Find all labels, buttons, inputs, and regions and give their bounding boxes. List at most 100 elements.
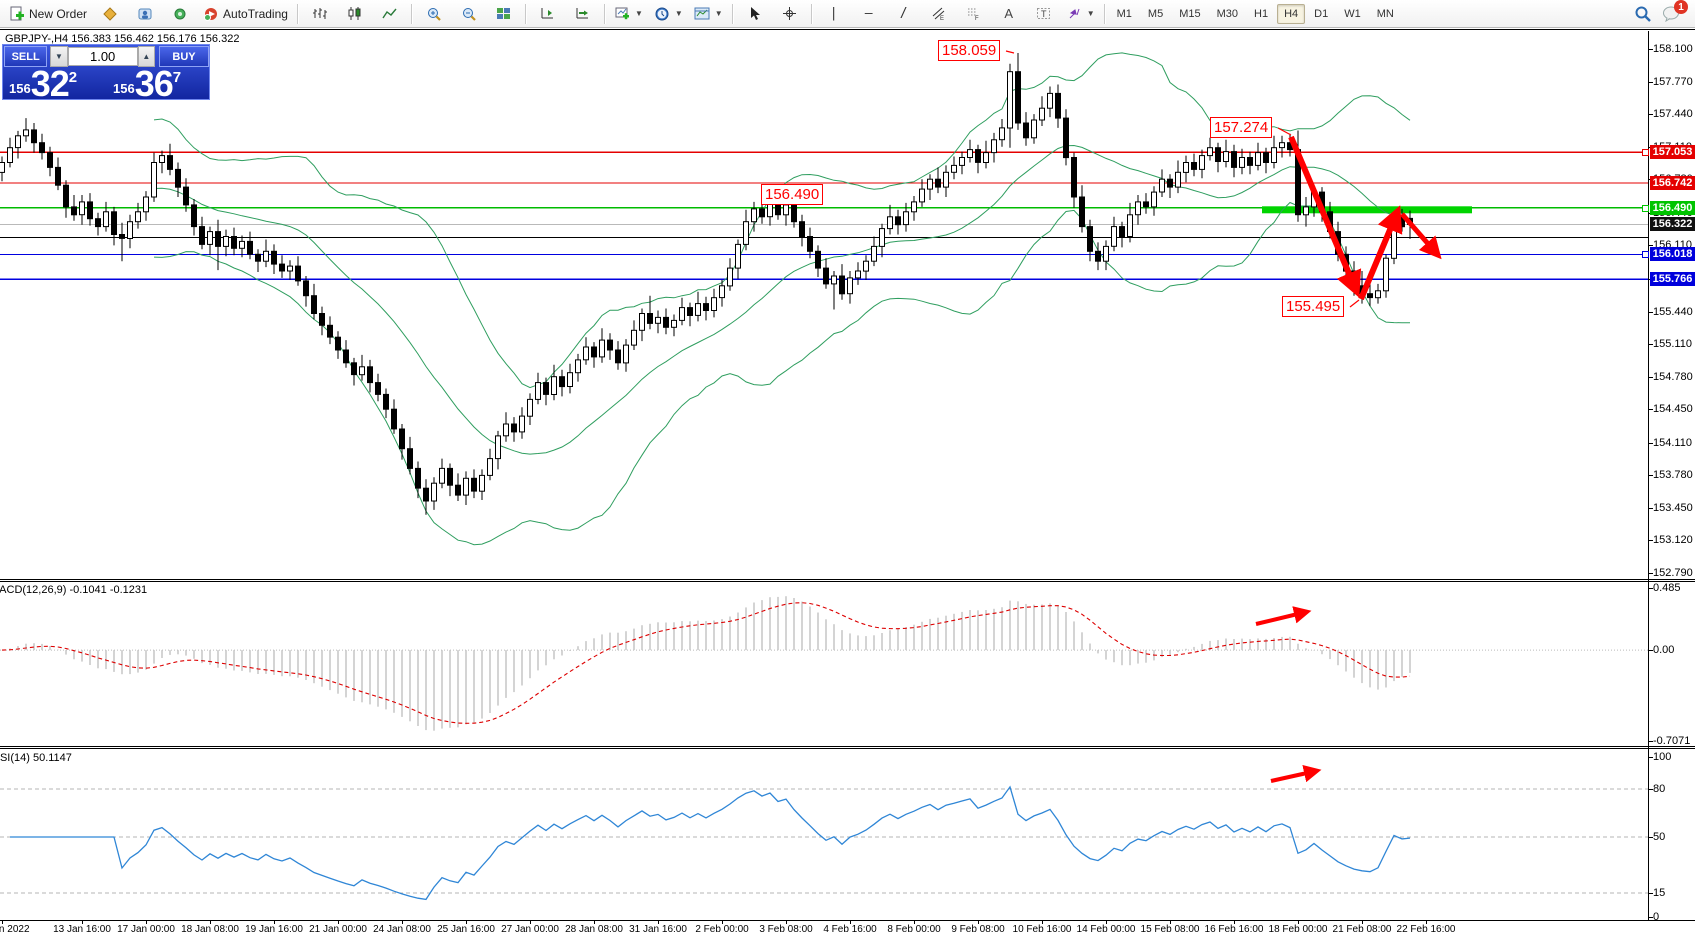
rsi-pane[interactable] — [0, 749, 1648, 921]
channel-button[interactable]: E — [922, 1, 956, 26]
timeframe-M15[interactable]: M15 — [1172, 4, 1207, 24]
timeframe-M1[interactable]: M1 — [1110, 4, 1139, 24]
line-chart-button[interactable] — [373, 1, 407, 26]
price-tick: 154.780 — [1653, 371, 1693, 383]
rsi-tick: 100 — [1653, 751, 1671, 763]
bollinger-band — [154, 53, 1410, 388]
trendline-button[interactable]: / — [887, 1, 921, 26]
time-tick: 28 Jan 08:00 — [565, 924, 623, 935]
terminal-icon — [137, 6, 153, 22]
timeframe-H1[interactable]: H1 — [1247, 4, 1275, 24]
cursor-icon — [748, 6, 762, 21]
time-tick: 25 Jan 16:00 — [437, 924, 495, 935]
autotrading-label: AutoTrading — [223, 7, 288, 21]
macd-tick: 0.485 — [1653, 582, 1681, 594]
price-annotation-155.495[interactable]: 155.495 — [1282, 296, 1344, 317]
pane-divider[interactable] — [0, 748, 1695, 749]
toolbar-separator — [604, 4, 606, 24]
candlestick-button[interactable] — [338, 1, 372, 26]
timeframe-W1[interactable]: W1 — [1337, 4, 1368, 24]
price-tick: 155.110 — [1653, 338, 1692, 350]
horizontal-line-button[interactable]: — — [852, 1, 886, 26]
label-leader-line — [1278, 128, 1291, 135]
auto-scroll-button[interactable] — [566, 1, 600, 26]
price-badge-155.766: 155.766 — [1650, 272, 1695, 286]
macd-arrow — [1256, 612, 1306, 624]
time-tick: 31 Jan 16:00 — [629, 924, 687, 935]
channel-icon: E — [931, 6, 946, 21]
zoom-in-button[interactable] — [417, 1, 451, 26]
new-chart-icon — [615, 6, 630, 21]
new-chart-button[interactable]: ▼ — [610, 1, 648, 26]
templates-button[interactable]: ▼ — [689, 1, 728, 26]
svg-text:E: E — [940, 16, 944, 21]
price-tick: 155.440 — [1653, 306, 1693, 318]
price-tick: 157.770 — [1653, 76, 1693, 88]
timeframe-H4[interactable]: H4 — [1277, 4, 1305, 24]
main-chart-pane[interactable] — [0, 31, 1648, 578]
vertical-line-button[interactable]: | — [817, 1, 851, 26]
notification-badge: 1 — [1674, 0, 1688, 14]
timeframe-M5[interactable]: M5 — [1141, 4, 1170, 24]
price-annotation-156.490[interactable]: 156.490 — [761, 184, 823, 205]
price-badge-156.322: 156.322 — [1650, 217, 1695, 231]
auto-scroll-icon — [575, 6, 590, 21]
line-anchor-marker[interactable] — [1642, 251, 1649, 258]
pane-divider[interactable] — [0, 746, 1695, 747]
zoom-in-icon — [426, 6, 442, 22]
macd-pane[interactable] — [0, 582, 1648, 746]
strategy-tester-button[interactable] — [163, 1, 197, 26]
time-tick: 21 Feb 08:00 — [1333, 924, 1392, 935]
crosshair-icon — [782, 6, 797, 21]
macd-signal-line — [2, 603, 1410, 724]
timeframe-MN[interactable]: MN — [1370, 4, 1401, 24]
pane-divider[interactable] — [0, 579, 1695, 580]
line-anchor-marker[interactable] — [1642, 149, 1649, 156]
chart-shift-button[interactable] — [531, 1, 565, 26]
volume-input[interactable] — [68, 47, 138, 66]
periods-button[interactable]: ▼ — [649, 1, 688, 26]
arrows-button[interactable]: ▼ — [1062, 1, 1100, 26]
new-order-label: New Order — [29, 7, 87, 21]
notifications-button[interactable]: 1 — [1662, 5, 1681, 22]
time-tick: 2 Feb 00:00 — [695, 924, 748, 935]
sell-price[interactable]: 156 32 2 — [9, 67, 77, 100]
chart-window-top-border — [0, 29, 1695, 30]
fibonacci-button[interactable]: F — [957, 1, 991, 26]
price-annotation-158.059[interactable]: 158.059 — [938, 40, 1000, 61]
time-tick: 22 Feb 16:00 — [1397, 924, 1456, 935]
text-label-button[interactable]: T — [1027, 1, 1061, 26]
line-anchor-marker[interactable] — [1642, 205, 1649, 212]
search-button[interactable] — [1634, 5, 1652, 23]
time-tick: 21 Jan 00:00 — [309, 924, 367, 935]
timeframe-M30[interactable]: M30 — [1210, 4, 1245, 24]
rsi-tick: 50 — [1653, 831, 1665, 843]
new-order-button[interactable]: New Order — [4, 1, 92, 26]
cursor-button[interactable] — [738, 1, 772, 26]
label-leader-line — [1350, 300, 1359, 307]
buy-price[interactable]: 156 36 7 — [113, 67, 181, 100]
market-watch-button[interactable] — [93, 1, 127, 26]
zoom-out-button[interactable] — [452, 1, 486, 26]
label-leader-line — [1006, 51, 1014, 53]
price-tick: 157.440 — [1653, 108, 1693, 120]
price-annotation-157.274[interactable]: 157.274 — [1210, 117, 1272, 138]
time-tick: 24 Jan 08:00 — [373, 924, 431, 935]
autotrading-button[interactable]: AutoTrading — [198, 1, 293, 26]
one-click-trading-panel: SELL ▼ ▲ BUY 156 32 2 156 36 7 — [2, 44, 210, 100]
time-tick: 15 Feb 08:00 — [1141, 924, 1200, 935]
dropdown-caret: ▼ — [715, 9, 723, 18]
toolbar-separator — [732, 4, 734, 24]
text-button[interactable]: A — [992, 1, 1026, 26]
market-watch-icon — [102, 6, 118, 22]
timeframe-D1[interactable]: D1 — [1307, 4, 1335, 24]
tile-windows-button[interactable] — [487, 1, 521, 26]
chart-shift-icon — [540, 6, 555, 21]
bar-chart-button[interactable] — [303, 1, 337, 26]
time-tick: 19 Jan 16:00 — [245, 924, 303, 935]
pane-divider[interactable] — [0, 581, 1695, 582]
terminal-button[interactable] — [128, 1, 162, 26]
crosshair-button[interactable] — [773, 1, 807, 26]
dropdown-caret: ▼ — [675, 9, 683, 18]
rsi-tick: 0 — [1653, 911, 1659, 923]
